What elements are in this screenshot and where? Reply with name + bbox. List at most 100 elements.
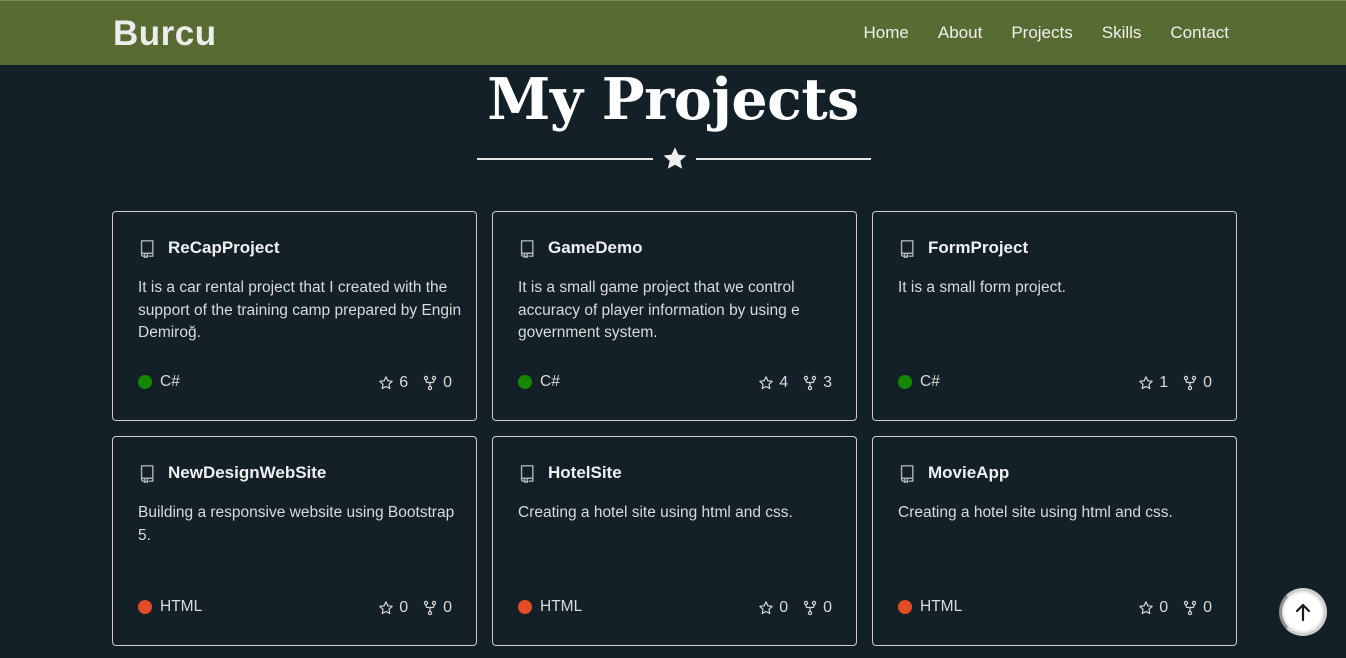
project-language: HTML — [518, 598, 582, 616]
stars-stat[interactable]: 0 — [758, 599, 788, 617]
stars-count: 0 — [1159, 599, 1169, 616]
arrow-up-icon — [1295, 603, 1311, 622]
divider-line-left — [477, 158, 653, 160]
forks-count: 3 — [823, 374, 832, 391]
project-card-formproject[interactable]: FormProject It is a small form project. … — [872, 211, 1237, 421]
forks-count: 0 — [1203, 599, 1212, 616]
project-stats: 4 3 — [758, 374, 832, 392]
card-header: HotelSite — [518, 463, 622, 483]
language-name: C# — [920, 373, 940, 390]
nav-link-skills[interactable]: Skills — [1102, 23, 1142, 43]
forks-stat[interactable]: 0 — [1182, 374, 1212, 392]
stars-stat[interactable]: 1 — [1138, 374, 1168, 392]
project-description: It is a car rental project that I create… — [138, 279, 462, 341]
stars-stat[interactable]: 6 — [378, 374, 408, 392]
project-name[interactable]: NewDesignWebSite — [168, 463, 326, 483]
project-card-hotelsite[interactable]: HotelSite Creating a hotel site using ht… — [492, 436, 857, 646]
fork-icon — [1183, 600, 1197, 616]
project-description: Creating a hotel site using html and css… — [518, 504, 793, 521]
project-card-gamedemo[interactable]: GameDemo It is a small game project that… — [492, 211, 857, 421]
project-stats: 0 0 — [758, 599, 832, 617]
stars-count: 6 — [399, 374, 409, 391]
repo-icon — [520, 239, 534, 258]
star-outline-icon — [1139, 601, 1153, 615]
project-name[interactable]: HotelSite — [548, 463, 622, 483]
language-name: C# — [160, 373, 180, 390]
project-description: It is a small form project. — [898, 279, 1066, 296]
nav-link-home[interactable]: Home — [864, 23, 909, 43]
project-card-recapproject[interactable]: ReCapProject It is a car rental project … — [112, 211, 477, 421]
forks-stat[interactable]: 0 — [802, 599, 832, 617]
fork-icon — [803, 600, 817, 616]
nav-link-projects[interactable]: Projects — [1011, 23, 1072, 43]
card-header: NewDesignWebSite — [138, 463, 326, 483]
project-stats: 0 0 — [378, 599, 452, 617]
language-name: HTML — [540, 598, 583, 615]
project-language: C# — [138, 373, 180, 391]
forks-stat[interactable]: 0 — [1182, 599, 1212, 617]
repo-icon — [140, 239, 154, 258]
language-color-dot — [138, 375, 152, 389]
nav-links: Home About Projects Skills Contact — [864, 23, 1229, 43]
project-stats: 1 0 — [1138, 374, 1212, 392]
stars-count: 4 — [779, 374, 789, 391]
project-description: Creating a hotel site using html and css… — [898, 504, 1173, 521]
project-card-movieapp[interactable]: MovieApp Creating a hotel site using htm… — [872, 436, 1237, 646]
project-description: Building a responsive website using Boot… — [138, 504, 455, 544]
fork-icon — [803, 375, 817, 391]
repo-icon — [900, 464, 914, 483]
star-outline-icon — [1139, 376, 1153, 390]
nav-link-contact[interactable]: Contact — [1170, 23, 1229, 43]
card-header: GameDemo — [518, 238, 642, 258]
scroll-to-top-button[interactable] — [1279, 588, 1327, 636]
star-outline-icon — [379, 376, 393, 390]
forks-stat[interactable]: 0 — [422, 599, 452, 617]
project-language: HTML — [898, 598, 962, 616]
stars-stat[interactable]: 0 — [1138, 599, 1168, 617]
brand-logo[interactable]: Burcu — [113, 14, 217, 54]
stars-count: 0 — [779, 599, 789, 616]
language-color-dot — [518, 600, 532, 614]
section-title: My Projects — [487, 66, 859, 133]
forks-count: 0 — [443, 374, 452, 391]
star-icon — [663, 147, 687, 169]
language-name: C# — [540, 373, 560, 390]
project-name[interactable]: FormProject — [928, 238, 1028, 258]
stars-count: 1 — [1159, 374, 1169, 391]
project-language: C# — [898, 373, 940, 391]
project-name[interactable]: ReCapProject — [168, 238, 279, 258]
divider-line-right — [696, 158, 871, 160]
project-stats: 0 0 — [1138, 599, 1212, 617]
project-card-newdesignwebsite[interactable]: NewDesignWebSite Building a responsive w… — [112, 436, 477, 646]
card-header: FormProject — [898, 238, 1028, 258]
star-outline-icon — [759, 601, 773, 615]
nav-link-about[interactable]: About — [938, 23, 982, 43]
repo-icon — [520, 464, 534, 483]
fork-icon — [423, 600, 437, 616]
language-name: HTML — [920, 598, 963, 615]
language-color-dot — [898, 600, 912, 614]
fork-icon — [423, 375, 437, 391]
language-color-dot — [898, 375, 912, 389]
project-language: C# — [518, 373, 560, 391]
repo-icon — [140, 464, 154, 483]
project-description: It is a small game project that we contr… — [518, 279, 800, 341]
forks-count: 0 — [823, 599, 832, 616]
star-outline-icon — [759, 376, 773, 390]
project-name[interactable]: MovieApp — [928, 463, 1009, 483]
language-color-dot — [518, 375, 532, 389]
card-header: MovieApp — [898, 463, 1009, 483]
stars-count: 0 — [399, 599, 409, 616]
star-outline-icon — [379, 601, 393, 615]
forks-count: 0 — [443, 599, 452, 616]
card-header: ReCapProject — [138, 238, 279, 258]
language-color-dot — [138, 600, 152, 614]
scroll-to-top-inner — [1284, 593, 1322, 631]
forks-stat[interactable]: 3 — [802, 374, 832, 392]
repo-icon — [900, 239, 914, 258]
forks-stat[interactable]: 0 — [422, 374, 452, 392]
stars-stat[interactable]: 0 — [378, 599, 408, 617]
stars-stat[interactable]: 4 — [758, 374, 788, 392]
project-language: HTML — [138, 598, 202, 616]
project-name[interactable]: GameDemo — [548, 238, 642, 258]
